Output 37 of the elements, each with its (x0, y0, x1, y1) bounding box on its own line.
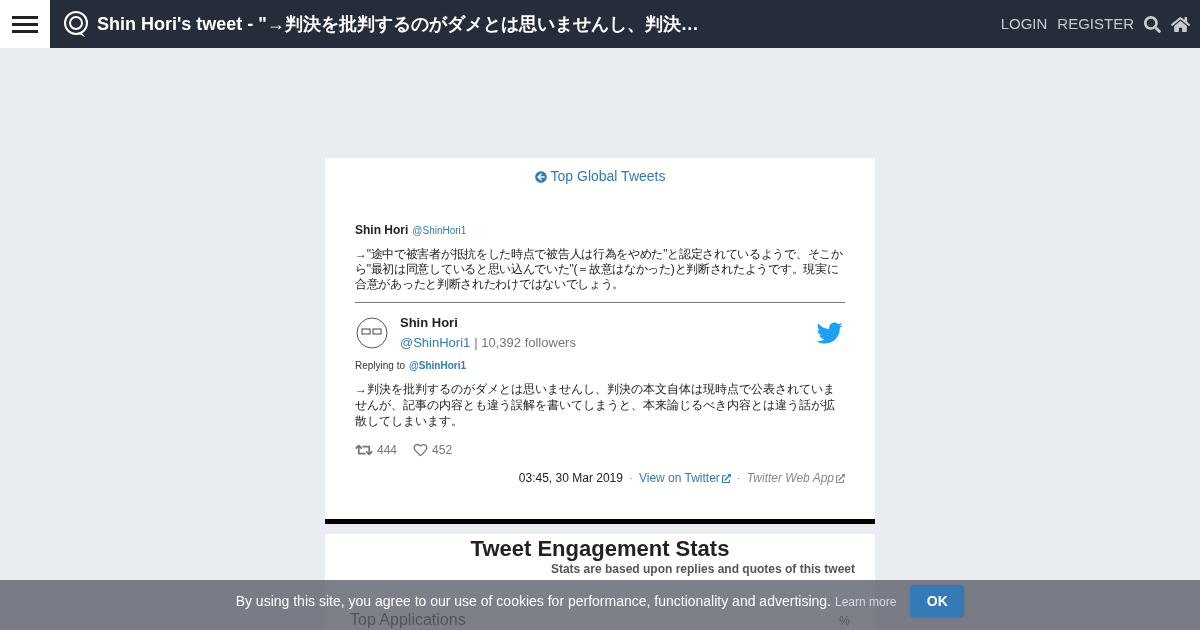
cookie-text: By using this site, you agree to our use of cookies for performance, functionality and advertising. (235, 593, 831, 609)
column-heading: % (839, 614, 850, 628)
heart-icon (413, 443, 429, 457)
home-icon[interactable] (1171, 14, 1190, 34)
external-link-icon (721, 473, 731, 483)
replying-handle[interactable]: @ShinHori1 (409, 358, 466, 373)
separator-dot: · (736, 470, 741, 487)
replying-label: Replying to (355, 359, 406, 373)
learn-more-link[interactable]: Learn more (834, 595, 897, 609)
tweet-text: →判決を批判するのがダメとは思いませんし、判決の本文自体は現時点で公表されていませんが、記事の内容とも違う誤解を書いてしまうと、本来論じるべき内容とは違う話が拡散してしまいます。 (355, 381, 836, 429)
tweet-time: 03:45, 30 Mar 2019 (518, 470, 623, 487)
author-name: Shin Hori (355, 222, 409, 239)
nav-link[interactable]: LOGIN (1000, 12, 1048, 36)
page-title: Shin Hori's tweet - "→判決を批判するのがダメとは思いませんし、判決… (97, 12, 699, 36)
bird-icon (814, 319, 845, 346)
follower-count: | 10,392 followers (474, 333, 576, 352)
author-handle[interactable]: @ShinHori1 (412, 223, 467, 238)
stats-title: Tweet Engagement Stats (469, 536, 731, 562)
menu-button[interactable] (0, 0, 50, 48)
ok-button[interactable]: OK (910, 585, 965, 617)
nav-link[interactable]: REGISTER (1057, 12, 1134, 36)
back-link[interactable]: Top Global Tweets (534, 166, 666, 187)
stats-note: Stats are based upon replies and quotes of this tweet (550, 562, 855, 576)
retweet-icon (355, 443, 373, 457)
retweet-count: 444 (377, 442, 398, 459)
parent-tweet-text: →"途中で被害者が抵抗をした時点で被告人は行為をやめた"と認定されているようで、そこから"最初は同意していると思い込んでいた"(＝故意はなかった)と判断されたようです。現実に合意があったと判断されたわけではないでしょう。 (355, 247, 845, 303)
source-link[interactable]: Twitter Web App (746, 469, 845, 487)
separator-dot: · (628, 470, 633, 487)
tweet-author: Shin Hori (400, 314, 459, 332)
external-link-icon (836, 473, 845, 483)
logo-icon (63, 10, 89, 38)
view-link[interactable]: View on Twitter (638, 469, 731, 487)
like-count: 452 (432, 442, 453, 459)
search-icon[interactable] (1144, 15, 1161, 33)
avatar-drawing (355, 315, 389, 350)
back-arrow-icon (534, 170, 547, 183)
tweet-handle[interactable]: @ShinHori1 (400, 332, 471, 352)
